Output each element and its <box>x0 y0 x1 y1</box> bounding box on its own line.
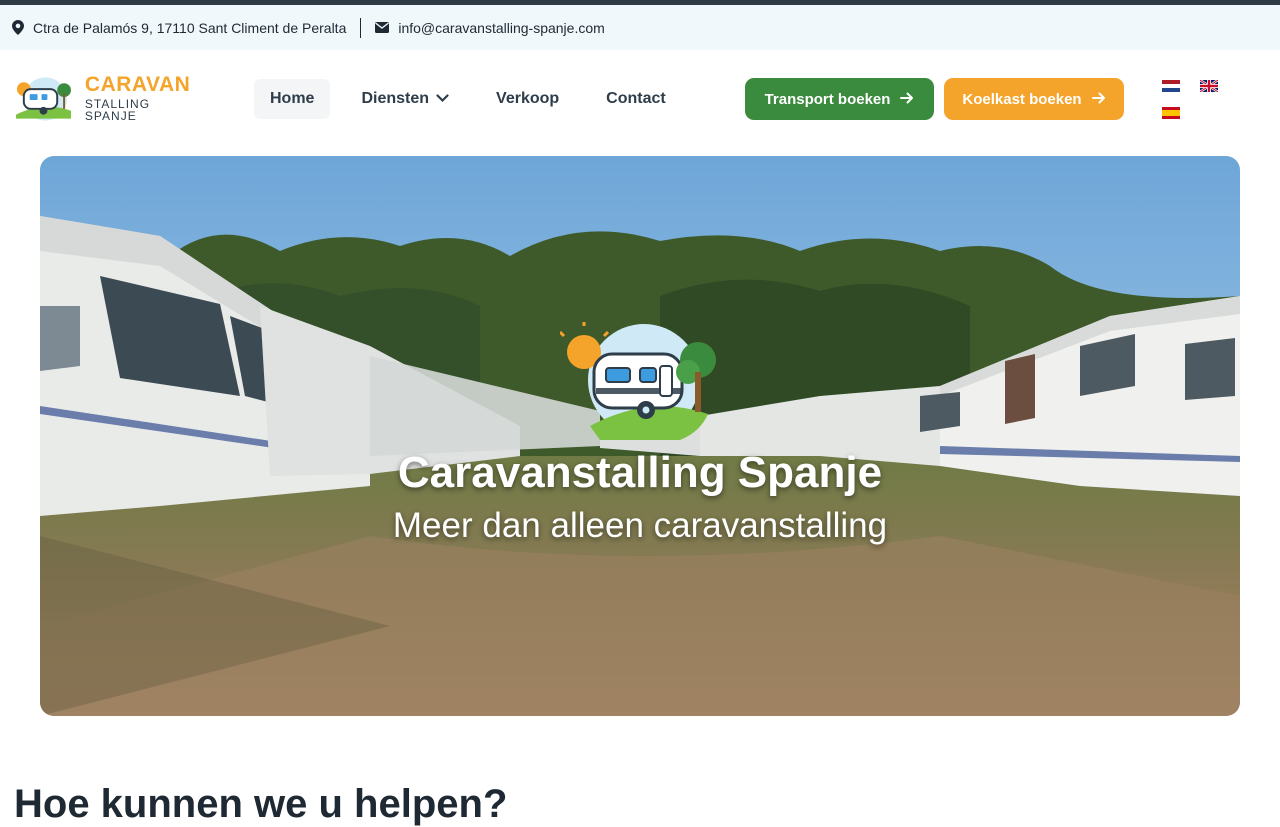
caravan-logo-large-icon <box>560 322 716 440</box>
fridge-booking-button[interactable]: Koelkast boeken <box>944 78 1124 120</box>
caravan-logo-icon <box>15 77 71 121</box>
address-item: Ctra de Palamós 9, 17110 Sant Climent de… <box>12 20 346 36</box>
map-pin-icon <box>12 20 24 35</box>
fridge-button-label: Koelkast boeken <box>962 90 1082 108</box>
nav-item-label: Diensten <box>361 90 430 107</box>
main-nav: Home Diensten Verkoop Contact <box>254 78 697 120</box>
nav-item-home[interactable]: Home <box>254 79 331 119</box>
section-heading: Hoe kunnen we u helpen? <box>14 782 508 826</box>
flag-es-icon[interactable] <box>1162 107 1180 119</box>
flag-nl-icon[interactable] <box>1162 80 1180 92</box>
hero-title: Caravanstalling Spanje <box>397 448 883 497</box>
site-header: CARAVAN STALLING SPANJE Home Diensten Ve… <box>0 50 1280 146</box>
hero-banner: Caravanstalling Spanje Meer dan alleen c… <box>40 156 1240 716</box>
divider <box>360 17 362 38</box>
envelope-icon <box>375 22 390 33</box>
site-logo[interactable]: CARAVAN STALLING SPANJE <box>14 74 204 122</box>
contact-info-bar: Ctra de Palamós 9, 17110 Sant Climent de… <box>0 5 1280 50</box>
transport-booking-button[interactable]: Transport boeken <box>745 78 934 120</box>
email-item[interactable]: info@caravanstalling-spanje.com <box>375 20 605 36</box>
arrow-right-icon <box>900 91 914 108</box>
logo-subtitle: STALLING SPANJE <box>84 97 151 123</box>
nav-item-diensten[interactable]: Diensten <box>345 79 465 119</box>
email-link[interactable]: info@caravanstalling-spanje.com <box>398 20 604 36</box>
hero-subtitle: Meer dan alleen caravanstalling <box>392 506 888 545</box>
nav-item-contact[interactable]: Contact <box>590 79 682 119</box>
transport-button-label: Transport boeken <box>764 90 891 108</box>
chevron-down-icon <box>436 90 449 108</box>
nav-item-verkoop[interactable]: Verkoop <box>480 79 575 119</box>
logo-title: CARAVAN <box>84 73 191 96</box>
arrow-right-icon <box>1091 91 1106 108</box>
address-text: Ctra de Palamós 9, 17110 Sant Climent de… <box>33 19 347 36</box>
flag-en-icon[interactable] <box>1200 80 1218 92</box>
